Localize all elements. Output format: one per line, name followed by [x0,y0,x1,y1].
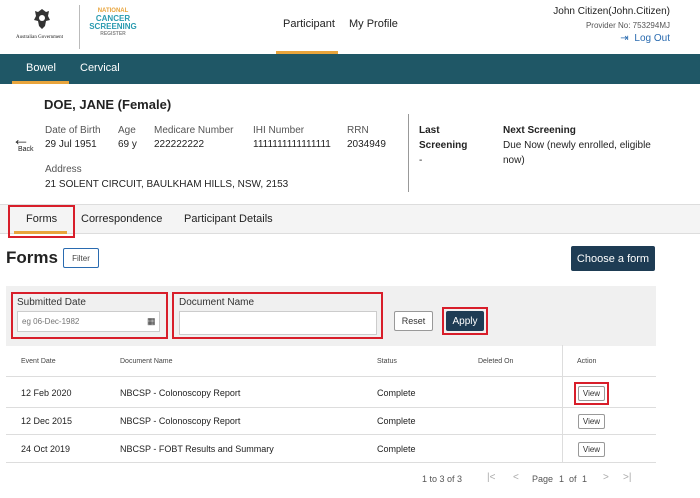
logo-divider [79,5,80,49]
logout-icon: ⇥ [620,33,629,44]
participant-subtabs: Forms Correspondence Participant Details [0,204,700,234]
screening-separator [408,114,409,192]
col-status: Status [377,358,397,365]
dob-label: Date of Birth [45,125,101,136]
col-event-date: Event Date [21,358,56,365]
row-divider [6,407,656,408]
apply-highlight [442,307,488,335]
pagination-range: 1 to 3 of 3 [422,474,463,484]
logout-label: Log Out [634,33,670,44]
col-deleted-on: Deleted On [478,358,514,365]
col-document-name: Document Name [120,358,173,365]
document-name-highlight [172,292,383,339]
gov-text: Australian Government [16,35,64,40]
row-event-date: 24 Oct 2019 [21,444,71,454]
tab-cervical[interactable]: Cervical [80,62,120,74]
ncsr-line-3: SCREENING [89,22,137,31]
logout-link[interactable]: ⇥ Log Out [620,33,670,44]
col-action: Action [577,358,597,365]
medicare-value: 222222222 [154,139,205,150]
reset-button[interactable]: Reset [394,311,433,331]
forms-title: Forms [6,248,58,267]
view-button[interactable]: View [578,414,605,429]
next-screening-label: Next Screening [503,125,576,136]
next-page-icon[interactable]: > [603,472,609,483]
nav-participant[interactable]: Participant [283,18,335,30]
row-event-date: 12 Feb 2020 [21,388,72,398]
top-header: Australian Government NATIONAL CANCER SC… [0,0,700,54]
page-label: Page [532,474,554,484]
ncsr-logo: NATIONAL CANCER SCREENING REGISTER [85,8,141,44]
last-screening-label-1: Last [419,125,440,136]
program-tabs: Bowel Cervical [0,54,700,84]
australian-government-logo: Australian Government [12,8,72,46]
tab-active-indicator [12,81,69,84]
row-event-date: 12 Dec 2015 [21,416,73,426]
provider-number: Provider No: 753294MJ [585,21,670,30]
tab-participant-details[interactable]: Participant Details [184,213,273,225]
address-value: 21 SOLENT CIRCUIT, BAULKHAM HILLS, NSW, … [45,179,289,190]
header-divider [6,376,656,377]
age-label: Age [118,125,136,136]
page-number[interactable]: 1 [559,474,564,484]
user-name: John Citizen(John.Citizen) [553,6,670,17]
forms-tab-highlight [8,205,75,238]
choose-form-button[interactable]: Choose a form [571,246,655,271]
row-status: Complete [377,444,416,454]
total-pages: 1 [582,474,588,484]
last-page-icon[interactable]: >| [623,472,631,483]
dob-value: 29 Jul 1951 [45,139,97,150]
prev-page-icon[interactable]: < [513,472,519,483]
rrn-value: 2034949 [347,139,386,150]
last-screening-label-2: Screening [419,140,468,151]
coat-of-arms-icon [34,9,50,29]
age-value: 69 y [118,139,137,150]
filter-button[interactable]: Filter [63,248,99,268]
view-button-highlight [574,382,609,405]
medicare-label: Medicare Number [154,125,234,136]
next-screening-value-1: Due Now (newly enrolled, eligible [503,140,651,151]
action-column-divider [562,345,563,462]
nav-my-profile[interactable]: My Profile [349,18,398,30]
ncsr-line-4: REGISTER [100,31,126,37]
row-document-name: NBCSP - Colonoscopy Report [120,388,241,398]
row-divider [6,462,656,463]
submitted-date-highlight [11,292,168,339]
ihi-value: 1111111111111111 [253,139,331,150]
address-label: Address [45,164,82,175]
first-page-icon[interactable]: |< [487,472,495,483]
row-status: Complete [377,388,416,398]
last-screening-value: - [419,155,423,166]
of-label: of [569,474,577,484]
view-button[interactable]: View [578,442,605,457]
ihi-label: IHI Number [253,125,305,136]
next-screening-value-2: now) [503,155,525,166]
rrn-label: RRN [347,125,369,136]
tab-correspondence[interactable]: Correspondence [81,213,162,225]
row-divider [6,434,656,435]
row-document-name: NBCSP - Colonoscopy Report [120,416,241,426]
participant-name: DOE, JANE (Female) [44,97,172,112]
row-status: Complete [377,416,416,426]
row-document-name: NBCSP - FOBT Results and Summary [120,444,274,454]
back-label[interactable]: Back [18,146,34,153]
tab-bowel[interactable]: Bowel [26,62,56,74]
